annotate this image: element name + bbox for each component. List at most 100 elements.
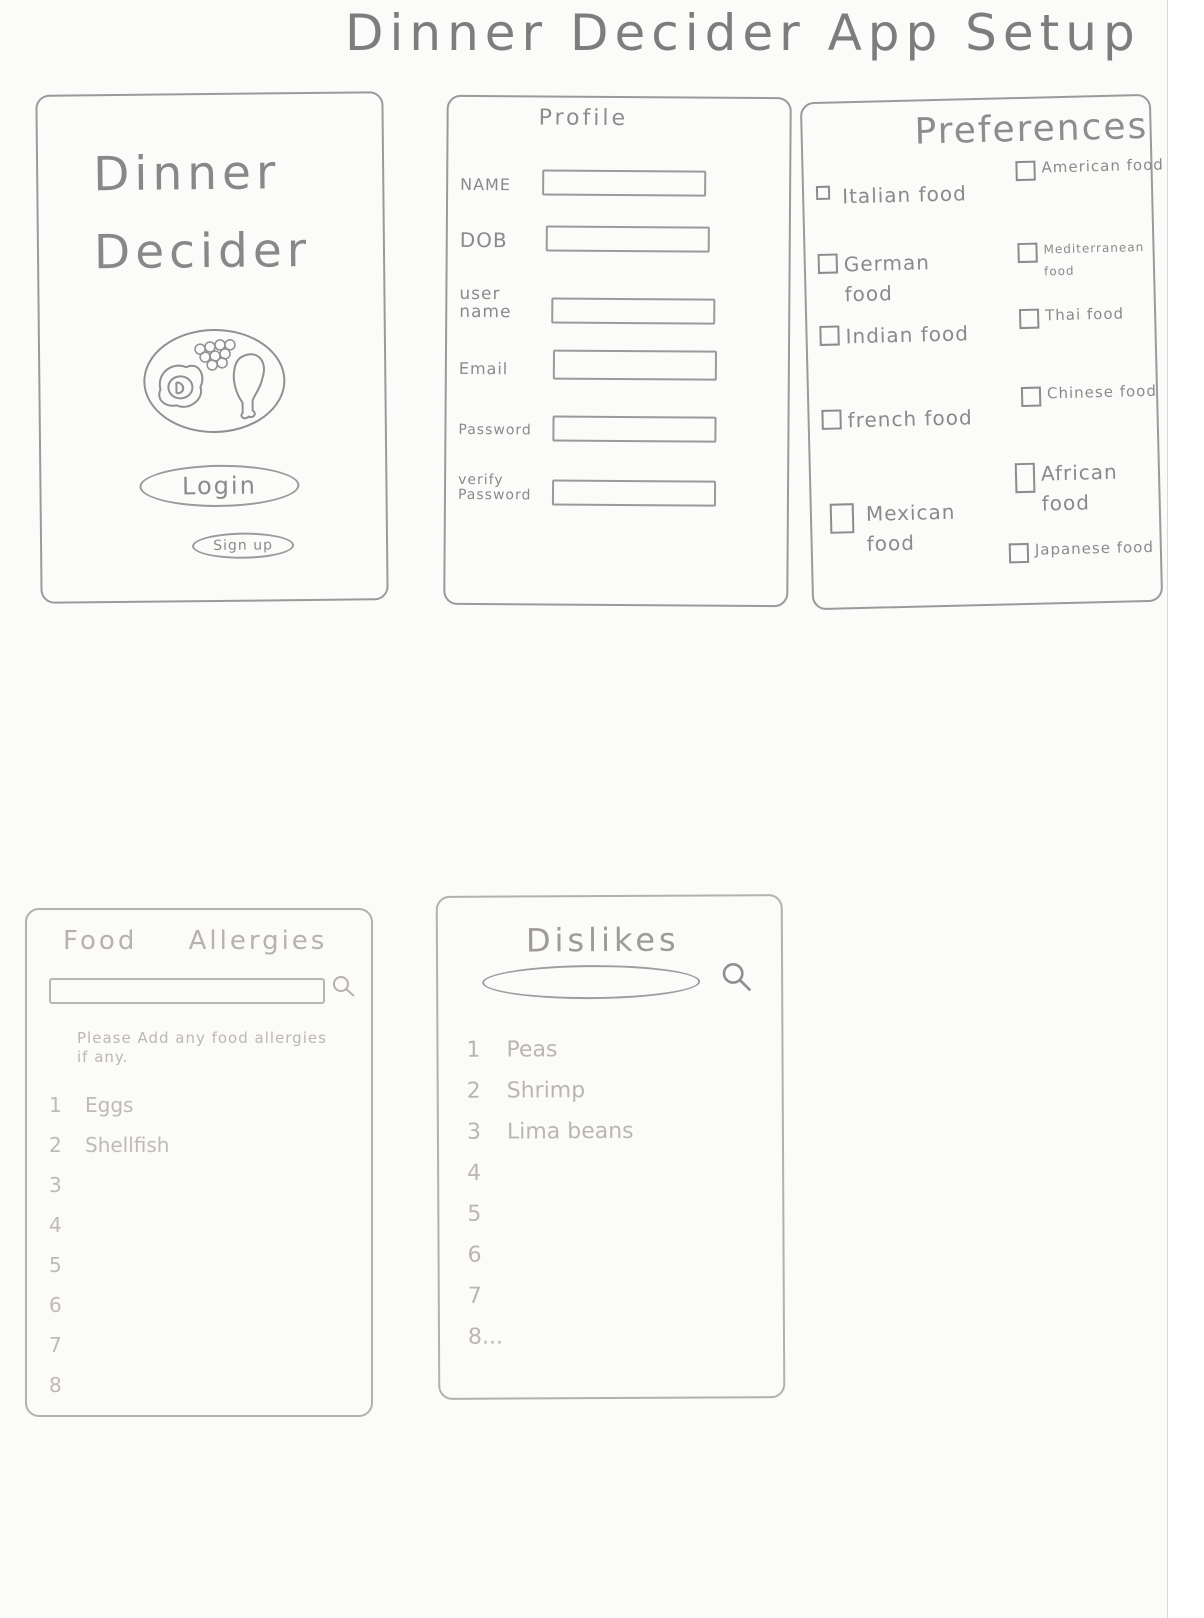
list-item-number: 8: [49, 1373, 62, 1397]
password-field-row: Password: [458, 405, 717, 445]
list-item: 4: [467, 1160, 634, 1202]
list-item-text: Shrimp: [506, 1078, 586, 1104]
list-item-number: 1: [466, 1037, 481, 1063]
list-item: 1 Peas: [466, 1037, 633, 1079]
pref-label-african: African food: [1040, 459, 1118, 516]
pref-option-african[interactable]: African food: [1014, 455, 1167, 516]
search-icon[interactable]: [331, 974, 357, 1000]
sketch-sheet: Dinner Decider App Setup Dinner Decider: [0, 0, 1168, 1618]
pref-label-italian: Italian food: [841, 181, 968, 209]
signup-button[interactable]: Sign up: [191, 532, 295, 560]
list-item-number: 1: [49, 1093, 62, 1117]
list-item-number: 4: [49, 1213, 62, 1237]
list-item: 5: [49, 1253, 169, 1293]
dislike-list: 1 Peas 2 Shrimp 3 Lima beans 4 5 6 7 8...: [466, 1037, 634, 1366]
app-name: Dinner Decider: [93, 134, 312, 292]
pref-option-french[interactable]: french food: [821, 402, 981, 432]
list-item: 3 Lima beans: [467, 1119, 634, 1161]
checkbox-mediterranean[interactable]: [1017, 242, 1038, 264]
pref-label-american: American food: [1041, 155, 1165, 177]
pref-option-mexican[interactable]: Mexican food: [829, 496, 990, 556]
verify-password-input[interactable]: [551, 479, 717, 507]
password-label: Password: [458, 421, 532, 439]
pref-label-japanese: Japanese food: [1034, 537, 1155, 559]
pref-label-indian: Indian food: [845, 321, 970, 349]
list-item: 8: [49, 1373, 169, 1413]
checkbox-american[interactable]: [1015, 160, 1036, 182]
name-input[interactable]: [542, 169, 707, 197]
list-item-number: 2: [49, 1133, 62, 1157]
list-item-number: 3: [466, 1119, 481, 1145]
checkbox-italian[interactable]: [815, 185, 831, 200]
list-item-number: 2: [466, 1078, 481, 1104]
page-title: Dinner Decider App Setup: [345, 4, 1141, 62]
search-icon[interactable]: [720, 960, 754, 994]
checkbox-mexican[interactable]: [829, 503, 855, 534]
dob-field-row: DOB: [460, 215, 710, 255]
plate-with-food-icon: [143, 328, 286, 433]
list-item: 6: [49, 1293, 169, 1333]
pref-label-mexican: Mexican food: [865, 499, 956, 556]
dislikes-screen: Dislikes 1 Peas 2 Shrimp 3 Lima beans 4 5 6…: [435, 894, 786, 1400]
pref-option-american[interactable]: American food: [1015, 153, 1167, 182]
dob-label: DOB: [459, 227, 508, 253]
checkbox-african[interactable]: [1014, 462, 1036, 494]
email-input[interactable]: [552, 349, 718, 381]
preferences-screen: Preferences Italian food American food G…: [799, 93, 1164, 611]
pref-label-chinese: Chinese food: [1046, 381, 1158, 403]
username-input[interactable]: [551, 297, 716, 325]
allergy-list: 1 Eggs 2 Shellfish 3 4 5 6 7 8: [49, 1093, 169, 1413]
list-item-text: Lima beans: [506, 1118, 634, 1145]
name-label: NAME: [460, 174, 512, 195]
list-item: 6: [467, 1242, 634, 1284]
checkbox-french[interactable]: [821, 409, 842, 430]
list-item-number: 7: [49, 1333, 62, 1357]
app-name-line2: Decider: [93, 222, 312, 281]
checkbox-german[interactable]: [817, 253, 839, 274]
dislike-search-input[interactable]: [482, 964, 701, 1000]
pref-option-thai[interactable]: Thai food: [1018, 301, 1167, 330]
name-field-row: NAME: [460, 159, 710, 199]
list-item-number: 8...: [467, 1324, 504, 1350]
verify-password-label: verify Password: [457, 471, 532, 504]
checkbox-chinese[interactable]: [1020, 386, 1042, 408]
pref-label-mediterranean: Mediterranean food: [1043, 239, 1145, 279]
list-item-number: 7: [467, 1283, 482, 1309]
profile-screen: Profile NAME DOB user name Email Passwor…: [443, 94, 792, 608]
password-input[interactable]: [552, 415, 717, 443]
preferences-title: Preferences: [914, 105, 1149, 153]
list-item: 7: [468, 1283, 635, 1325]
list-item: 7: [49, 1333, 169, 1373]
pref-label-thai: Thai food: [1044, 304, 1125, 325]
allergy-note: Please Add any food allergies if any.: [77, 1029, 327, 1066]
list-item-number: 3: [49, 1173, 62, 1197]
list-item: 3: [49, 1173, 169, 1213]
login-button[interactable]: Login: [139, 464, 300, 508]
allergies-title: Food Allergies: [63, 926, 328, 956]
dob-input[interactable]: [545, 225, 710, 253]
checkbox-indian[interactable]: [819, 325, 840, 346]
app-name-line1: Dinner: [92, 145, 281, 203]
list-item-text: Eggs: [85, 1093, 134, 1117]
pref-option-italian[interactable]: Italian food: [815, 178, 976, 208]
allergy-search-input[interactable]: [49, 978, 325, 1004]
list-item: 2 Shellfish: [49, 1133, 169, 1173]
dislikes-title: Dislikes: [525, 920, 680, 960]
login-screen: Dinner Decider Login Sign up: [35, 91, 389, 604]
pref-option-mediterranean[interactable]: Mediterranean food: [1017, 235, 1167, 278]
pref-option-german[interactable]: German food: [817, 246, 977, 306]
list-item-text: Shellfish: [85, 1133, 170, 1157]
checkbox-japanese[interactable]: [1008, 542, 1030, 564]
list-item: 2 Shrimp: [467, 1078, 634, 1120]
list-item: 4: [49, 1213, 169, 1253]
pref-option-chinese[interactable]: Chinese food: [1020, 379, 1167, 408]
list-item-number: 5: [49, 1253, 62, 1277]
list-item: 5: [467, 1201, 634, 1243]
checkbox-thai[interactable]: [1018, 308, 1040, 330]
list-item: 1 Eggs: [49, 1093, 169, 1133]
pref-option-japanese[interactable]: Japanese food: [1008, 535, 1167, 564]
email-field-row: Email: [459, 343, 718, 383]
username-field-row: user name: [459, 279, 716, 327]
pref-option-indian[interactable]: Indian food: [819, 318, 979, 348]
username-label: user name: [459, 283, 512, 323]
